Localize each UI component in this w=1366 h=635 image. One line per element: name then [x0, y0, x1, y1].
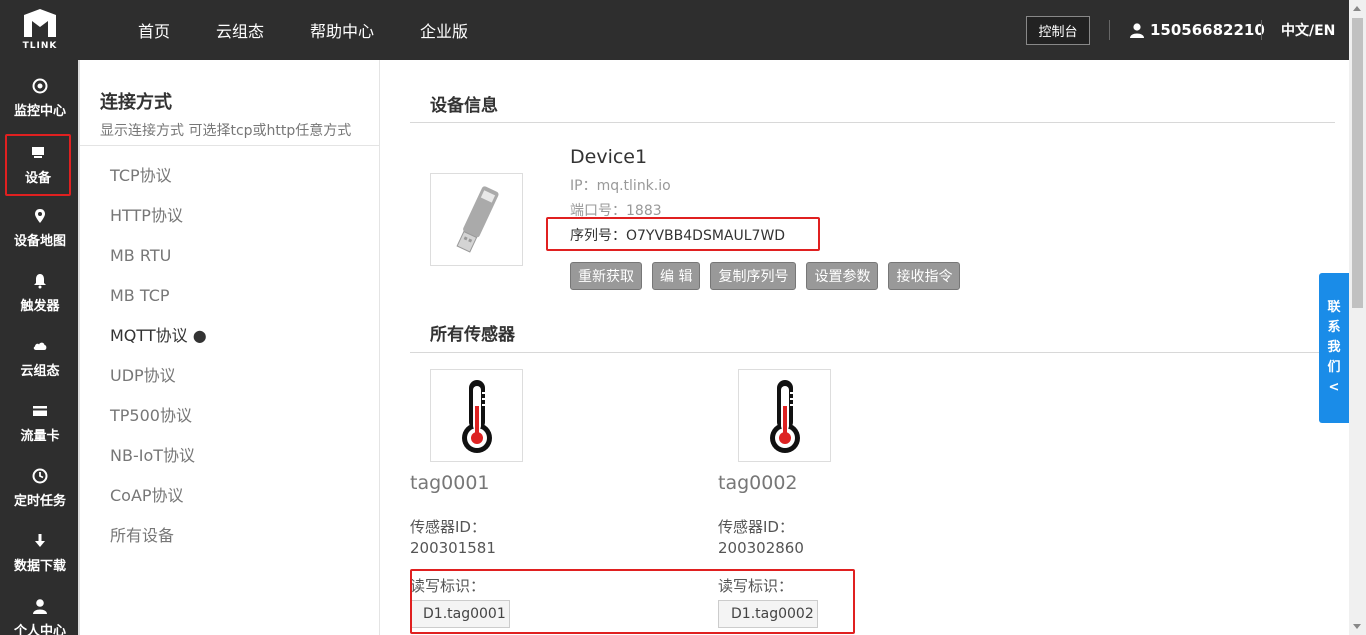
sidebar-item-label: 个人中心: [13, 623, 66, 635]
divider: [410, 352, 1335, 353]
submenu-item-mb-tcp[interactable]: MB TCP: [80, 276, 379, 316]
device-ip: IP：mq.tlink.io: [570, 178, 671, 194]
sidebar-item-label: 数据下载: [13, 558, 66, 574]
sidebar-item-label: 云组态: [20, 363, 60, 379]
submenu-item-mb-rtu[interactable]: MB RTU: [80, 236, 379, 276]
user-account[interactable]: 15056682210: [1130, 0, 1265, 60]
sidebar: 监控中心 设备 设备地图 触发器 云组态 流量卡 定时任务 数据下载 个人中心: [0, 60, 78, 635]
sidebar-item-label: 监控中心: [13, 103, 66, 119]
submenu-item-udp[interactable]: UDP协议: [80, 356, 379, 396]
sensor-tag: tag0002: [718, 472, 798, 494]
sidebar-item-label: 设备: [24, 170, 51, 186]
usb-device-icon: [455, 185, 499, 253]
device-info-title: 设备信息: [430, 96, 498, 116]
sidebar-item-cloud[interactable]: 云组态: [0, 328, 80, 388]
nav-enterprise[interactable]: 企业版: [420, 18, 468, 42]
sidebar-item-data-download[interactable]: 数据下载: [0, 523, 80, 583]
nav-cloud-config[interactable]: 云组态: [216, 18, 264, 42]
submenu-item-nb-iot[interactable]: NB-IoT协议: [80, 436, 379, 476]
sidebar-item-device[interactable]: 设备: [5, 134, 71, 196]
nav-help-center[interactable]: 帮助中心: [310, 18, 374, 42]
nav-home[interactable]: 首页: [138, 18, 170, 42]
logo[interactable]: TLINK: [0, 0, 80, 60]
contact-char: 们: [1327, 360, 1341, 375]
sensor-image: [738, 369, 831, 462]
sidebar-item-label: 定时任务: [13, 493, 66, 509]
device-image: [430, 173, 523, 266]
download-icon: [35, 533, 45, 547]
logo-mark-icon: [24, 9, 56, 37]
sensor-image: [430, 369, 523, 462]
thermometer-icon: [461, 379, 492, 453]
sidebar-item-scheduled-task[interactable]: 定时任务: [0, 458, 80, 518]
language-switch[interactable]: 中文/EN: [1281, 0, 1335, 60]
divider: [1109, 20, 1110, 40]
sidebar-item-monitor[interactable]: 监控中心: [0, 68, 80, 128]
connection-submenu: 连接方式 显示连接方式 可选择tcp或http任意方式 TCP协议 HTTP协议…: [80, 60, 380, 635]
sidebar-item-sim-card[interactable]: 流量卡: [0, 393, 80, 453]
copy-serial-button[interactable]: 复制序列号: [710, 262, 797, 290]
device-serial: 序列号：O7YVBB4DSMAUL7WD: [570, 228, 786, 244]
submenu-item-http[interactable]: HTTP协议: [80, 196, 379, 236]
thermometer-icon: [769, 379, 800, 453]
logo-text: TLINK: [22, 41, 58, 51]
sidebar-item-label: 设备地图: [13, 233, 66, 249]
device-actions: 重新获取 编 辑 复制序列号 设置参数 接收指令: [570, 262, 970, 290]
submenu-header: 连接方式 显示连接方式 可选择tcp或http任意方式: [80, 60, 379, 146]
main-content: 设备信息 Device1 IP：mq.tlink.io 端口号：1883 序列号…: [381, 60, 1349, 635]
top-bar: TLINK 首页 云组态 帮助中心 企业版 控制台 15056682210 中文…: [0, 0, 1349, 60]
monitor-icon: [32, 78, 48, 93]
submenu-subtitle: 显示连接方式 可选择tcp或http任意方式: [100, 123, 352, 139]
contact-arrow: <: [1328, 380, 1340, 395]
console-button[interactable]: 控制台: [1026, 16, 1090, 45]
cloud-icon: [33, 342, 47, 350]
submenu-title: 连接方式: [100, 92, 172, 113]
submenu-item-all-devices[interactable]: 所有设备: [80, 516, 379, 556]
sensor-id-label: 传感器ID：: [718, 518, 794, 536]
rw-highlight: [410, 569, 855, 634]
sidebar-item-label: 触发器: [20, 298, 60, 314]
person-icon: [1130, 22, 1144, 38]
divider: [410, 122, 1335, 123]
sidebar-item-trigger[interactable]: 触发器: [0, 263, 80, 323]
sensor-id-label: 传感器ID：: [410, 518, 486, 536]
scroll-up-arrow-icon[interactable]: [1353, 6, 1361, 11]
sidebar-item-personal-center[interactable]: 个人中心: [0, 588, 80, 635]
divider: [1261, 20, 1262, 40]
sensor-tag: tag0001: [410, 472, 490, 494]
submenu-item-tp500[interactable]: TP500协议: [80, 396, 379, 436]
scrollbar-thumb[interactable]: [1352, 18, 1363, 308]
set-params-button[interactable]: 设置参数: [806, 262, 879, 290]
user-icon: [33, 598, 47, 614]
bell-icon: [34, 273, 46, 288]
device-name: Device1: [570, 146, 648, 168]
receive-command-button[interactable]: 接收指令: [888, 262, 961, 290]
device-icon: [32, 146, 44, 158]
contact-us-tab[interactable]: 联 系 我 们 <: [1319, 273, 1349, 423]
contact-char: 联: [1327, 300, 1341, 315]
contact-char: 我: [1327, 340, 1341, 355]
main-nav: 首页 云组态 帮助中心 企业版: [120, 0, 514, 60]
refresh-button[interactable]: 重新获取: [570, 262, 642, 290]
user-phone: 15056682210: [1150, 21, 1265, 39]
sidebar-item-map[interactable]: 设备地图: [0, 198, 80, 258]
page-scrollbar[interactable]: [1349, 0, 1366, 635]
scroll-down-arrow-icon[interactable]: [1353, 624, 1361, 629]
sidebar-item-label: 流量卡: [20, 428, 60, 444]
protocol-list: TCP协议 HTTP协议 MB RTU MB TCP MQTT协议 ● UDP协…: [80, 146, 379, 556]
clock-icon: [32, 468, 48, 483]
map-pin-icon: [35, 208, 45, 223]
sensor-id: 200301581: [410, 539, 496, 557]
sensor-id: 200302860: [718, 539, 804, 557]
submenu-item-mqtt[interactable]: MQTT协议 ●: [80, 316, 379, 356]
contact-char: 系: [1327, 320, 1341, 335]
edit-button[interactable]: 编 辑: [652, 262, 701, 290]
submenu-item-tcp[interactable]: TCP协议: [80, 156, 379, 196]
sensors-title: 所有传感器: [430, 325, 515, 345]
submenu-item-coap[interactable]: CoAP协议: [80, 476, 379, 516]
card-icon: [33, 405, 47, 416]
